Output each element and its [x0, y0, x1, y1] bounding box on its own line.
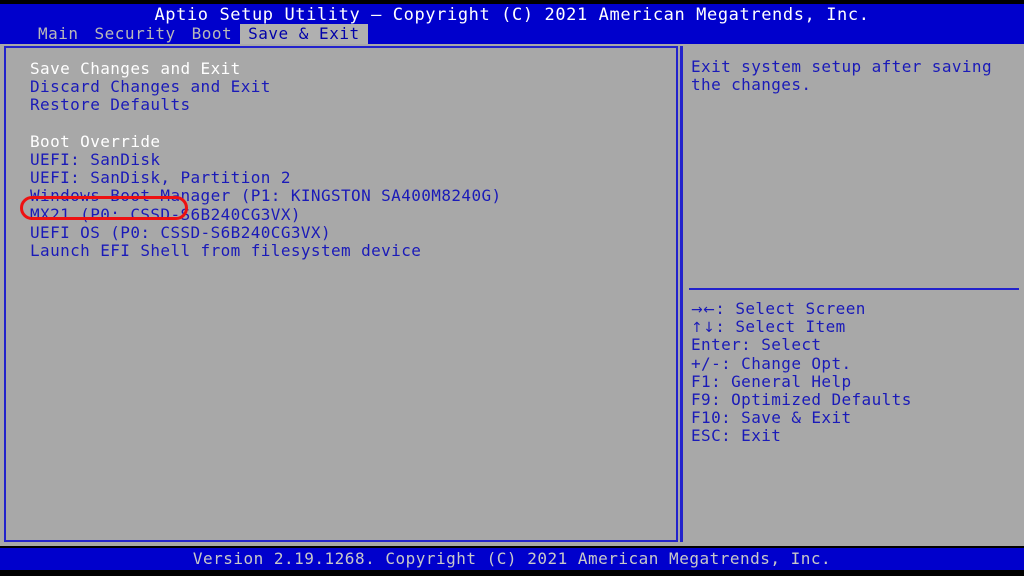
key-legend-change-opt: +/-: Change Opt.: [691, 353, 852, 373]
key-legend-list: →←: Select Screen ↑↓: Select Item Enter:…: [691, 299, 1015, 446]
left-right-arrow-icon: →←: [691, 302, 716, 318]
key-legend-enter-select: Enter: Select: [691, 335, 822, 355]
tab-main[interactable]: Main: [30, 24, 87, 44]
section-header-boot-override: Boot Override: [30, 131, 161, 151]
bios-setup-screen: Aptio Setup Utility – Copyright (C) 2021…: [0, 0, 1024, 576]
left-panel: Save Changes and Exit Discard Changes an…: [4, 46, 678, 542]
menu-item-restore-defaults[interactable]: Restore Defaults: [30, 96, 670, 114]
boot-item-uefi-sandisk[interactable]: UEFI: SanDisk: [30, 150, 670, 169]
right-help-panel: Exit system setup after saving the chang…: [680, 46, 1020, 542]
tab-security[interactable]: Security: [87, 24, 184, 44]
boot-item-uefi-sandisk-partition-2[interactable]: UEFI: SanDisk, Partition 2: [30, 168, 670, 187]
body-area: Save Changes and Exit Discard Changes an…: [0, 44, 1024, 546]
key-legend-select-item: ↑↓: Select Item: [691, 317, 1015, 337]
boot-item-launch-efi-shell[interactable]: Launch EFI Shell from filesystem device: [30, 241, 670, 260]
boot-item-uefi-os[interactable]: UEFI OS (P0: CSSD-S6B240CG3VX): [30, 223, 670, 242]
menu-spacer: [30, 115, 670, 133]
menu-tab-bar: Main Security Boot Save & Exit: [0, 24, 1024, 44]
menu-item-save-changes-and-exit[interactable]: Save Changes and Exit: [30, 59, 670, 78]
boot-item-windows-boot-manager[interactable]: Windows Boot Manager (P1: KINGSTON SA400…: [30, 187, 670, 205]
key-legend-select-screen-label: : Select Screen: [715, 299, 866, 318]
tab-boot[interactable]: Boot: [184, 24, 241, 44]
key-legend-select-item-label: : Select Item: [715, 317, 846, 337]
key-legend-optimized-defaults: F9: Optimized Defaults: [691, 389, 912, 409]
footer-version-bar: Version 2.19.1268. Copyright (C) 2021 Am…: [0, 548, 1024, 570]
up-down-arrow-icon: ↑↓: [691, 320, 716, 337]
key-legend-general-help: F1: General Help: [691, 371, 852, 391]
key-legend-select-screen: →←: Select Screen: [691, 299, 1015, 318]
menu-item-list: Save Changes and Exit Discard Changes an…: [30, 59, 670, 260]
help-divider: [689, 288, 1019, 290]
help-description-text: Exit system setup after saving the chang…: [691, 57, 992, 95]
key-legend-save-and-exit: F10: Save & Exit: [691, 408, 852, 428]
boot-item-mx21[interactable]: MX21 (P0: CSSD-S6B240CG3VX): [30, 205, 670, 224]
title-bar: Aptio Setup Utility – Copyright (C) 2021…: [0, 4, 1024, 26]
key-legend-esc-exit: ESC: Exit: [691, 426, 782, 446]
menu-item-discard-changes-and-exit[interactable]: Discard Changes and Exit: [30, 77, 670, 96]
tab-save-and-exit[interactable]: Save & Exit: [240, 24, 368, 44]
